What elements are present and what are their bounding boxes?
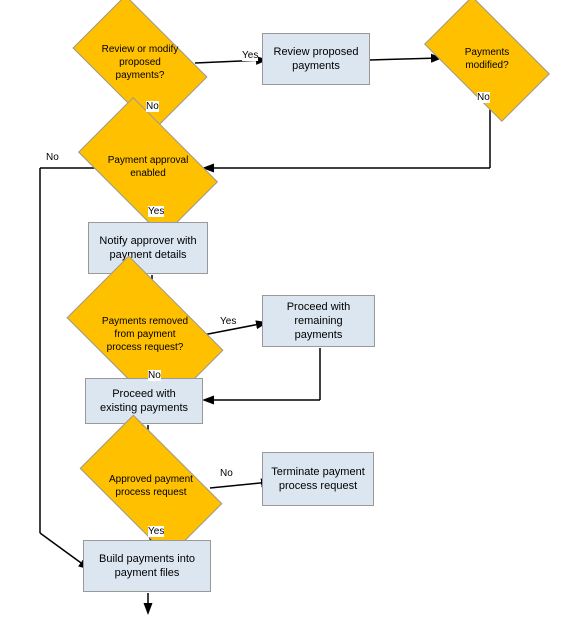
- proceed-remaining-box: Proceed with remaining payments: [262, 295, 375, 347]
- terminate-label: Terminate payment process request: [271, 465, 365, 494]
- no-approval-label: No: [46, 152, 59, 163]
- review-proposed-label: Review proposed payments: [271, 45, 361, 74]
- proceed-existing-label: Proceed with existing payments: [94, 387, 194, 416]
- payments-removed-label: Payments removed from payment process re…: [93, 311, 198, 358]
- review-modify-label: Review or modify proposed payments?: [95, 39, 185, 86]
- notify-approver-label: Notify approver with payment details: [97, 234, 199, 263]
- build-payments-box: Build payments into payment files: [83, 540, 211, 592]
- no-removed-label: No: [148, 370, 161, 381]
- flowchart-diagram: Review or modify proposed payments? Revi…: [0, 0, 576, 624]
- yes-removed-label: Yes: [220, 316, 236, 327]
- yes1-label: Yes: [242, 50, 258, 61]
- payments-modified-diamond: Payments modified?: [424, 0, 550, 122]
- payments-modified-label: Payments modified?: [446, 42, 528, 76]
- payment-approval-label: Payment approval enabled: [102, 150, 194, 184]
- build-payments-label: Build payments into payment files: [92, 552, 202, 581]
- no1-label: No: [146, 101, 159, 112]
- proceed-remaining-label: Proceed with remaining payments: [271, 300, 366, 343]
- yes-approved-label: Yes: [148, 526, 164, 537]
- proceed-existing-box: Proceed with existing payments: [85, 378, 203, 424]
- no-approved-label: No: [220, 468, 233, 479]
- terminate-box: Terminate payment process request: [262, 452, 374, 506]
- approved-request-label: Approved payment process request: [101, 469, 201, 503]
- review-proposed-box: Review proposed payments: [262, 33, 370, 85]
- yes-approval-label: Yes: [148, 206, 164, 217]
- no2-label: No: [477, 92, 490, 103]
- notify-approver-box: Notify approver with payment details: [88, 222, 208, 274]
